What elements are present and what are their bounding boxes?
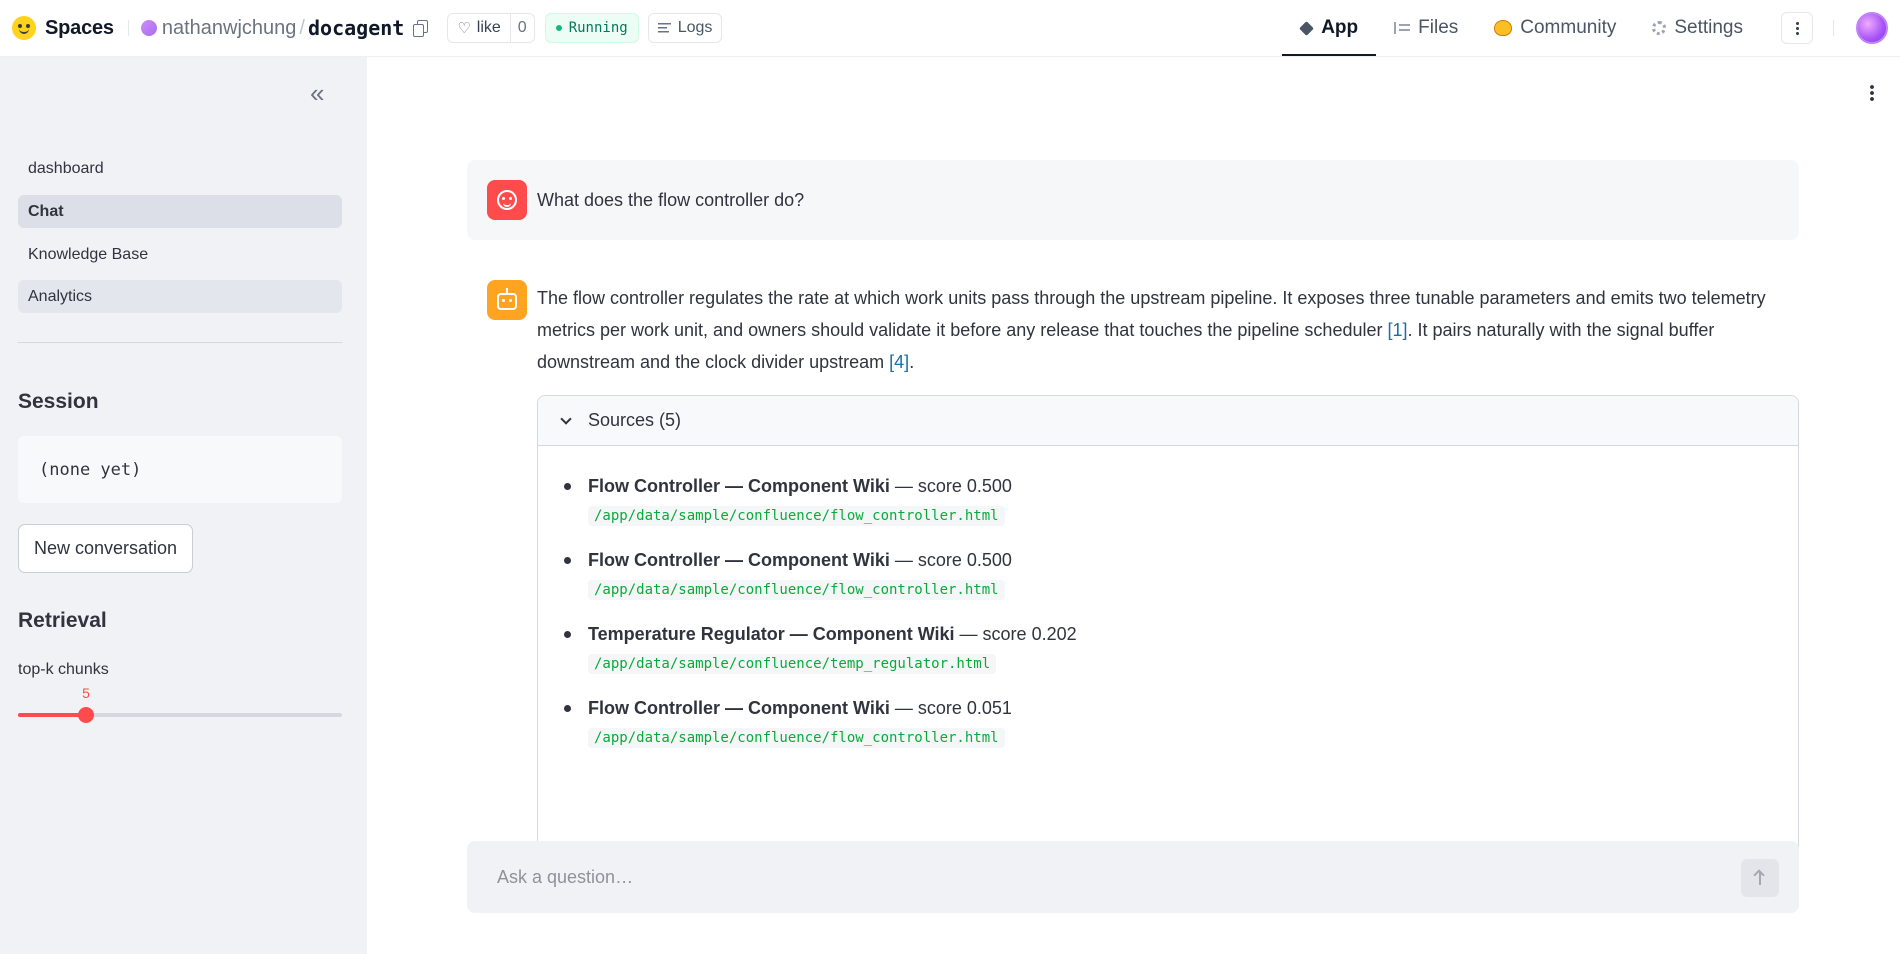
source-title: Flow Controller — Component Wiki: [588, 476, 890, 496]
chevron-down-icon: [560, 412, 572, 425]
collapse-sidebar-icon[interactable]: «: [310, 80, 325, 106]
gear-icon: [1652, 21, 1667, 35]
source-score: — score 0.202: [954, 624, 1077, 644]
sources-toggle[interactable]: Sources (5): [538, 396, 1798, 446]
brand[interactable]: Spaces: [12, 16, 114, 40]
files-icon: [1394, 22, 1411, 34]
send-button[interactable]: [1741, 859, 1779, 897]
chat-input-bar: [467, 841, 1799, 913]
sidebar-divider: [18, 342, 342, 343]
slider-value: 5: [82, 685, 90, 701]
owner-avatar: [140, 20, 157, 36]
path-separator: /: [299, 16, 305, 39]
list-item: Flow Controller — Component Wiki — score…: [562, 472, 1798, 526]
status-label: Running: [568, 20, 628, 36]
topk-slider-label: top-k chunks: [18, 661, 109, 678]
space-tabs: App Files Community Settings: [1282, 0, 1900, 56]
tab-community[interactable]: Community: [1476, 0, 1634, 56]
owner-link[interactable]: nathanwjchung: [162, 17, 297, 40]
tab-app[interactable]: App: [1282, 0, 1377, 56]
user-avatar-icon: [487, 180, 527, 220]
session-heading: Session: [18, 390, 99, 413]
citation-link[interactable]: [1]: [1387, 320, 1407, 340]
retrieval-heading: Retrieval: [18, 609, 107, 632]
sidebar-item-chat[interactable]: Chat: [18, 195, 342, 228]
logs-label: Logs: [677, 19, 713, 36]
tab-settings-label: Settings: [1674, 17, 1743, 38]
chat-input[interactable]: [497, 866, 1697, 888]
main-menu-icon[interactable]: [1870, 84, 1874, 102]
tab-app-label: App: [1321, 17, 1359, 38]
brand-name[interactable]: Spaces: [45, 17, 114, 40]
tab-files[interactable]: Files: [1376, 0, 1476, 56]
topk-slider[interactable]: 5: [18, 685, 342, 723]
source-path: /app/data/sample/confluence/temp_regulat…: [588, 654, 997, 674]
more-options-button[interactable]: [1781, 12, 1813, 44]
session-id-display: (none yet): [18, 436, 342, 503]
divider: [1833, 20, 1834, 36]
list-item: Temperature Regulator — Component Wiki —…: [562, 620, 1798, 674]
tab-files-label: Files: [1418, 17, 1459, 38]
copy-icon[interactable]: [413, 20, 429, 37]
sources-expander: Sources (5) Flow Controller — Component …: [537, 395, 1799, 885]
divider: [127, 20, 129, 36]
list-item: Flow Controller — Component Wiki — score…: [562, 546, 1798, 600]
status-badge[interactable]: Running: [544, 13, 639, 43]
source-title: Flow Controller — Component Wiki: [588, 550, 890, 570]
like-count: 0: [509, 14, 534, 42]
user-avatar[interactable]: [1856, 12, 1888, 44]
robot-icon: [487, 280, 527, 320]
main-chat-area: What does the flow controller do? The fl…: [367, 56, 1900, 954]
source-title: Flow Controller — Component Wiki: [588, 698, 890, 718]
sidebar-item-knowledge-base[interactable]: Knowledge Base: [18, 238, 342, 271]
repo-link[interactable]: docagent: [308, 16, 404, 40]
top-bar: Spaces nathanwjchung / docagent ♡ like 0 …: [0, 0, 1900, 56]
session-value: (none yet): [39, 459, 142, 480]
source-score: — score 0.051: [889, 698, 1012, 718]
assistant-message-text: The flow controller regulates the rate a…: [537, 282, 1797, 378]
sidebar-item-dashboard[interactable]: dashboard: [18, 152, 342, 185]
user-message-text: What does the flow controller do?: [537, 189, 805, 210]
source-score: — score 0.500: [889, 550, 1012, 570]
kebab-icon: [1795, 21, 1799, 35]
source-path: /app/data/sample/confluence/flow_control…: [588, 728, 1005, 748]
list-item: Flow Controller — Component Wiki — score…: [562, 694, 1798, 748]
slider-thumb[interactable]: [78, 707, 94, 723]
cube-icon: [1299, 20, 1315, 36]
citation-link[interactable]: [4]: [889, 352, 909, 372]
hugging-face-logo-icon: [12, 16, 36, 40]
like-label: like: [476, 19, 501, 36]
tab-community-label: Community: [1520, 17, 1617, 38]
logs-button[interactable]: Logs: [647, 13, 723, 43]
sources-label: Sources (5): [588, 410, 682, 430]
like-button[interactable]: ♡ like 0: [447, 13, 535, 43]
source-path: /app/data/sample/confluence/flow_control…: [588, 580, 1005, 600]
status-dot-icon: [555, 25, 562, 31]
heart-icon: ♡: [457, 20, 471, 37]
source-score: — score 0.500: [889, 476, 1012, 496]
slider-fill: [18, 713, 86, 717]
community-icon: [1494, 20, 1513, 36]
arrow-up-icon: [1759, 871, 1761, 885]
tab-settings[interactable]: Settings: [1634, 0, 1761, 56]
sidebar-item-analytics[interactable]: Analytics: [18, 280, 342, 313]
logs-icon: [657, 23, 671, 33]
source-path: /app/data/sample/confluence/flow_control…: [588, 506, 1005, 526]
new-conversation-button[interactable]: New conversation: [18, 524, 194, 573]
source-title: Temperature Regulator — Component Wiki: [588, 624, 955, 644]
assistant-text-part: .: [909, 352, 915, 372]
user-message: What does the flow controller do?: [467, 160, 1799, 240]
sidebar: « dashboard Chat Knowledge Base Analytic…: [0, 56, 367, 954]
sources-list: Flow Controller — Component Wiki — score…: [538, 446, 1798, 748]
